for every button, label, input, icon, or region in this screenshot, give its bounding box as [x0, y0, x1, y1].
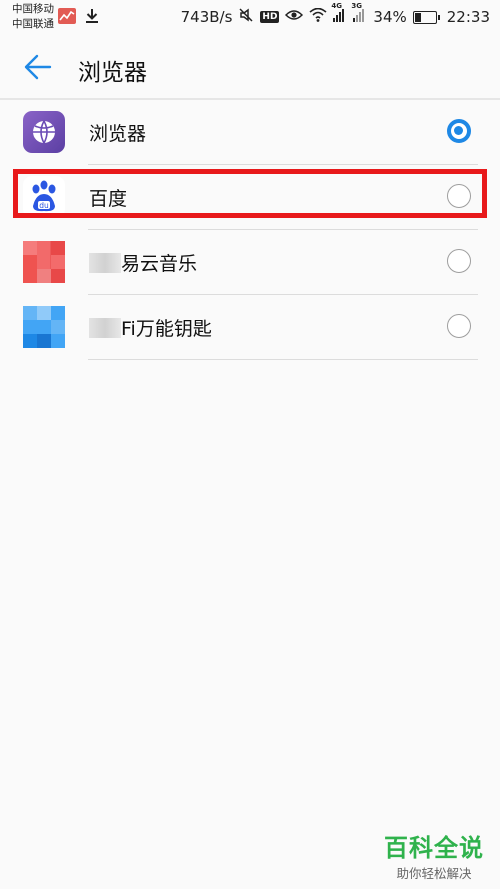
signal-3g-label: 3G: [351, 2, 363, 10]
signal-3g-icon: 3G: [351, 2, 367, 26]
row-divider: [88, 359, 478, 360]
blurred-text: [89, 318, 121, 338]
list-item-music[interactable]: 易云音乐: [0, 230, 500, 295]
radio-button[interactable]: [447, 249, 471, 273]
app-label: 浏览器: [89, 123, 147, 145]
app-label-text: 易云音乐: [121, 253, 198, 275]
mute-icon: [238, 7, 254, 27]
browser-globe-icon: [23, 111, 65, 153]
wifi-icon: [309, 7, 327, 26]
signal-4g-label: 4G: [331, 2, 343, 10]
stock-chart-icon: [58, 8, 76, 28]
highlight-box: [13, 169, 487, 218]
notification-icons: [58, 8, 100, 28]
arrow-left-icon[interactable]: [24, 54, 52, 84]
radio-button[interactable]: [447, 119, 471, 143]
status-indicators: 743B/s HD 4G 3G 34% 22:33: [180, 2, 490, 27]
clock: 22:33: [446, 8, 490, 26]
page-title: 浏览器: [78, 60, 147, 86]
signal-4g-icon: 4G: [331, 2, 347, 26]
app-label: Fi万能钥匙: [89, 314, 212, 341]
music-app-icon: [23, 241, 65, 283]
watermark-title: 百科全说: [384, 834, 484, 862]
default-browser-list: 浏览器 du 百度 易云音乐 Fi万能钥匙: [0, 100, 500, 360]
app-bar: 浏览器: [0, 36, 500, 98]
list-item-wifi-key[interactable]: Fi万能钥匙: [0, 295, 500, 360]
watermark-subtitle: 助你轻松解决: [396, 866, 472, 881]
app-label: 易云音乐: [89, 249, 197, 276]
list-item-browser[interactable]: 浏览器: [0, 100, 500, 165]
blurred-text: [89, 253, 121, 273]
battery-icon: [412, 10, 440, 24]
download-icon: [84, 8, 100, 28]
carrier-1: 中国移动: [12, 3, 54, 15]
app-label-text: Fi万能钥匙: [121, 318, 212, 340]
battery-percent: 34%: [373, 8, 407, 26]
status-bar: 中国移动 中国联通 743B/s HD 4G 3G 34% 22:33: [0, 0, 500, 36]
eye-comfort-icon: [285, 8, 304, 26]
watermark: 百科全说 助你轻松解决: [384, 828, 484, 882]
wifi-key-app-icon: [23, 306, 65, 348]
carrier-2: 中国联通: [12, 18, 54, 30]
radio-button[interactable]: [447, 314, 471, 338]
carrier-info: 中国移动 中国联通: [12, 2, 54, 32]
hd-badge: HD: [260, 11, 280, 23]
net-speed: 743B/s: [180, 8, 233, 26]
